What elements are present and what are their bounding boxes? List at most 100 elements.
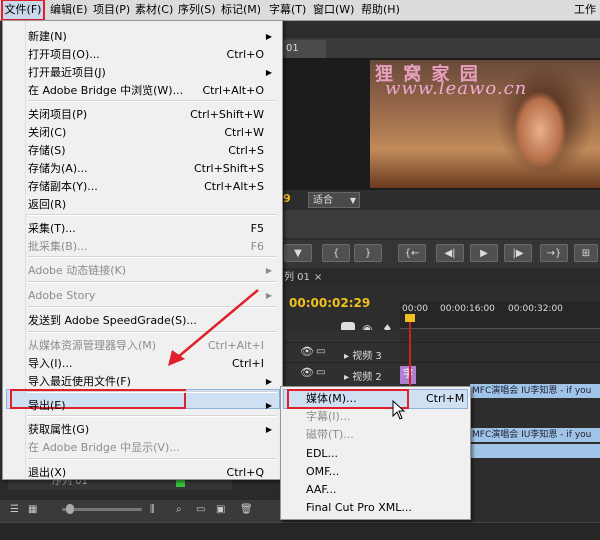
list-view-icon[interactable]: ☰ bbox=[10, 504, 19, 515]
insert-icon[interactable]: ⊞ bbox=[574, 244, 598, 262]
menu-item-capture[interactable]: 采集(T)... F5 bbox=[28, 220, 278, 238]
timeline-tab[interactable]: 列 01 bbox=[284, 272, 310, 283]
track-row bbox=[282, 342, 600, 363]
menu-item-new[interactable]: 新建(N) ▶ bbox=[28, 28, 278, 46]
menu-item-shortcut: Ctrl+Q bbox=[226, 466, 264, 479]
find-icon[interactable]: ⌕ bbox=[176, 504, 182, 515]
submenu-item-edl[interactable]: EDL... bbox=[306, 445, 466, 463]
menu-project[interactable]: 项目(P) bbox=[93, 0, 130, 20]
icon-view-icon[interactable]: ▦ bbox=[28, 504, 37, 515]
submenu-item-final-cut-xml[interactable]: Final Cut Pro XML... bbox=[306, 499, 466, 517]
menu-item-label: 返回(R) bbox=[28, 198, 67, 211]
menu-item-exit[interactable]: 退出(X) Ctrl+Q bbox=[28, 464, 278, 482]
automate-icon[interactable]: ⫼ bbox=[150, 504, 155, 515]
menu-item-label: 在 Adobe Bridge 中浏览(W)... bbox=[28, 84, 184, 97]
menu-item-shortcut: F6 bbox=[250, 240, 264, 253]
play-icon[interactable]: ▶ bbox=[470, 244, 498, 262]
menu-separator bbox=[27, 281, 277, 283]
monitor-scrub-bar[interactable] bbox=[282, 210, 600, 238]
timeline-ruler[interactable] bbox=[400, 302, 600, 329]
menu-item-import-media-browser[interactable]: 从媒体资源管理器导入(M) Ctrl+Alt+I bbox=[28, 337, 278, 355]
menu-item-reveal-bridge[interactable]: 在 Adobe Bridge 中显示(V)... bbox=[28, 439, 278, 457]
submenu-item-tape[interactable]: 磁带(T)... bbox=[306, 426, 466, 444]
mark-in-icon[interactable]: { bbox=[322, 244, 350, 262]
eye-icon[interactable]: 👁 bbox=[300, 366, 314, 379]
menu-file[interactable]: 文件(F) bbox=[1, 0, 45, 21]
zoom-slider[interactable] bbox=[62, 508, 142, 511]
step-forward-frame-icon[interactable]: |▶ bbox=[504, 244, 532, 262]
go-to-out-icon[interactable]: →} bbox=[540, 244, 568, 262]
go-to-in-icon[interactable]: {← bbox=[398, 244, 426, 262]
step-back-frame-icon[interactable]: ◀| bbox=[436, 244, 464, 262]
menu-item-batch-capture[interactable]: 批采集(B)... F6 bbox=[28, 238, 278, 256]
submenu-item-label: 磁带(T)... bbox=[306, 428, 354, 441]
menu-item-label: 采集(T)... bbox=[28, 222, 76, 235]
menu-item-shortcut: Ctrl+Shift+W bbox=[190, 108, 264, 121]
menu-item-open-project[interactable]: 打开项目(O)... Ctrl+O bbox=[28, 46, 278, 64]
menu-item-close-project[interactable]: 关闭项目(P) Ctrl+Shift+W bbox=[28, 106, 278, 124]
menu-window[interactable]: 窗口(W) bbox=[313, 0, 354, 20]
menu-item-shortcut: Ctrl+Shift+S bbox=[194, 162, 264, 175]
submenu-item-media[interactable]: 媒体(M)... Ctrl+M bbox=[306, 390, 466, 408]
menu-marker[interactable]: 标记(M) bbox=[221, 0, 261, 20]
submenu-item-titles[interactable]: 字幕(I)... bbox=[306, 408, 466, 426]
title-clip[interactable]: 字 bbox=[400, 366, 416, 384]
menu-item-get-properties[interactable]: 获取属性(G) ▶ bbox=[28, 421, 278, 439]
fit-dropdown[interactable]: 适合 ▼ bbox=[308, 192, 360, 208]
close-icon[interactable]: × bbox=[314, 272, 322, 283]
menu-item-browse-bridge[interactable]: 在 Adobe Bridge 中浏览(W)... Ctrl+Alt+O bbox=[28, 82, 278, 100]
menu-item-dynamic-link[interactable]: Adobe 动态链接(K) ▶ bbox=[28, 262, 278, 280]
menu-item-close[interactable]: 关闭(C) Ctrl+W bbox=[28, 124, 278, 142]
track-label-video3[interactable]: ▸ 视频 3 bbox=[344, 347, 382, 362]
menu-item-import-recent[interactable]: 导入最近使用文件(F) ▶ bbox=[28, 373, 278, 391]
fit-label: 适合 bbox=[313, 195, 333, 206]
menu-help[interactable]: 帮助(H) bbox=[361, 0, 400, 20]
menu-item-export[interactable]: 导出(E) ▶ bbox=[28, 397, 278, 415]
menu-icon-gutter bbox=[3, 21, 26, 479]
menu-item-label: 在 Adobe Bridge 中显示(V)... bbox=[28, 441, 180, 454]
video-clip[interactable]: MFC演唱会 IU李知恩 - if you bbox=[470, 384, 600, 398]
menu-item-label: 打开项目(O)... bbox=[28, 48, 100, 61]
playhead-handle[interactable] bbox=[405, 314, 415, 322]
menu-item-save-as[interactable]: 存储为(A)... Ctrl+Shift+S bbox=[28, 160, 278, 178]
audio-clip[interactable] bbox=[470, 444, 600, 458]
menu-separator bbox=[27, 415, 277, 417]
menu-item-save-copy[interactable]: 存储副本(Y)... Ctrl+Alt+S bbox=[28, 178, 278, 196]
track-label-video2[interactable]: ▸ 视频 2 bbox=[344, 368, 382, 383]
menu-edit[interactable]: 编辑(E) bbox=[50, 0, 88, 20]
submenu-item-omf[interactable]: OMF... bbox=[306, 463, 466, 481]
ruler-label: 00:00:32:00 bbox=[508, 304, 563, 314]
film-icon: ▭ bbox=[316, 346, 326, 357]
menu-clip[interactable]: 素材(C) bbox=[135, 0, 173, 20]
new-bin-icon[interactable]: ▭ bbox=[196, 504, 205, 515]
trash-icon[interactable]: 🗑 bbox=[240, 504, 253, 515]
menu-item-shortcut: F5 bbox=[250, 222, 264, 235]
timeline-timecode[interactable]: 00:00:02:29 bbox=[289, 296, 370, 310]
menu-item-adobe-story[interactable]: Adobe Story ▶ bbox=[28, 287, 278, 305]
zoom-slider-handle[interactable] bbox=[66, 504, 74, 514]
menu-item-label: 从媒体资源管理器导入(M) bbox=[28, 339, 157, 352]
menu-item-open-recent[interactable]: 打开最近项目(J) ▶ bbox=[28, 64, 278, 82]
menu-sequence[interactable]: 序列(S) bbox=[178, 0, 216, 20]
menu-item-send-speedgrade[interactable]: 发送到 Adobe SpeedGrade(S)... bbox=[28, 312, 278, 330]
chevron-down-icon: ▼ bbox=[349, 196, 356, 205]
menu-title[interactable]: 字幕(T) bbox=[269, 0, 306, 20]
track-name: 视频 3 bbox=[352, 351, 382, 362]
menu-item-revert[interactable]: 返回(R) bbox=[28, 196, 278, 214]
monitor-tab[interactable]: 01 bbox=[282, 40, 326, 58]
mark-out-icon[interactable]: } bbox=[354, 244, 382, 262]
new-item-icon[interactable]: ▣ bbox=[216, 504, 225, 515]
submenu-arrow-icon: ▶ bbox=[265, 32, 272, 41]
submenu-item-aaf[interactable]: AAF... bbox=[306, 481, 466, 499]
submenu-arrow-icon: ▶ bbox=[265, 425, 272, 434]
menu-item-label: 导入(I)... bbox=[28, 357, 73, 370]
eye-icon[interactable]: 👁 bbox=[300, 345, 314, 358]
menu-item-label: 导入最近使用文件(F) bbox=[28, 375, 131, 388]
step-back-icon[interactable]: ▼ bbox=[284, 244, 312, 262]
menu-item-label: 关闭项目(P) bbox=[28, 108, 88, 121]
video-clip[interactable]: MFC演唱会 IU李知恩 - if you bbox=[470, 428, 600, 442]
film-icon: ▭ bbox=[316, 367, 326, 378]
menu-item-import[interactable]: 导入(I)... Ctrl+I bbox=[28, 355, 278, 373]
menu-item-save[interactable]: 存储(S) Ctrl+S bbox=[28, 142, 278, 160]
workspace-label[interactable]: 工作 bbox=[574, 0, 596, 20]
